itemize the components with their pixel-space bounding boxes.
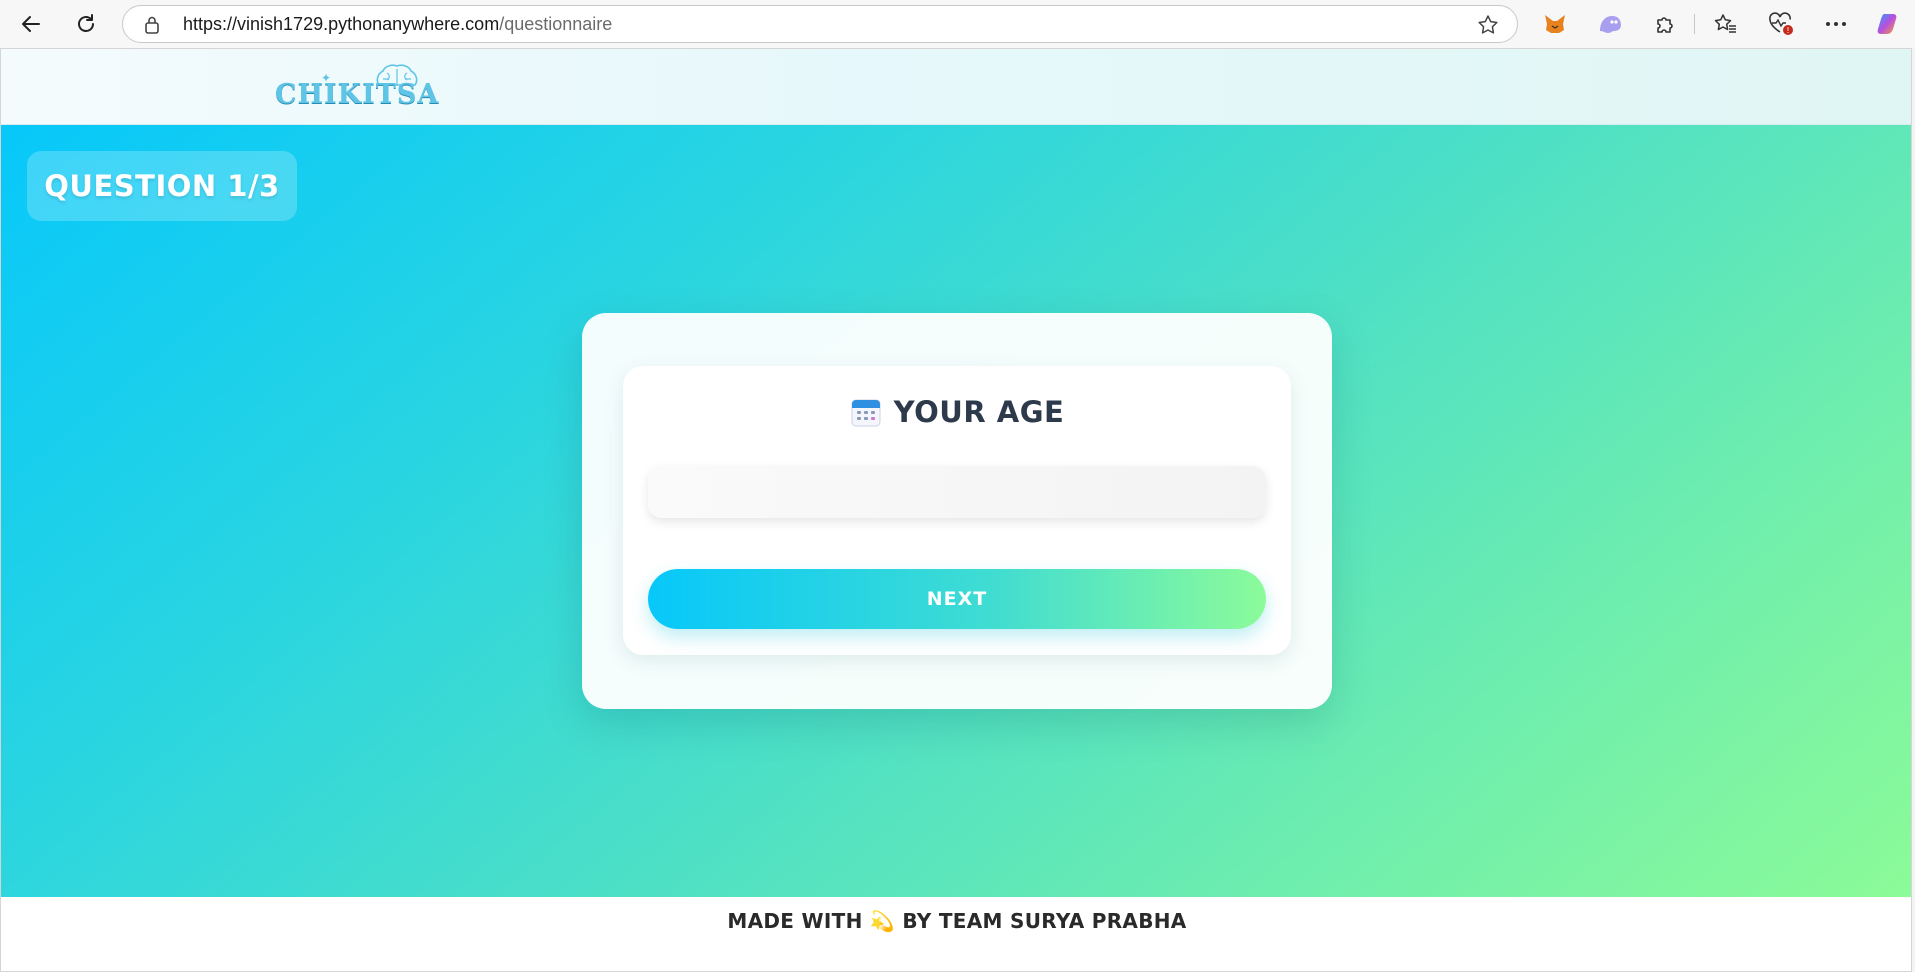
footer-text-before: MADE WITH [727, 909, 863, 933]
question-card: YOUR AGE NEXT [582, 313, 1332, 709]
calendar-icon [851, 399, 881, 427]
next-button[interactable]: NEXT [648, 569, 1266, 629]
logo-text: CHIKITSA [275, 79, 440, 110]
question-counter-badge: QUESTION 1/3 [27, 151, 297, 221]
browser-toolbar: https://vinish1729.pythonanywhere.com/qu… [0, 0, 1915, 48]
questionnaire-section: QUESTION 1/3 YOUR AGE NEXT [1, 125, 1911, 897]
address-bar[interactable]: https://vinish1729.pythonanywhere.com/qu… [122, 5, 1518, 43]
fox-extension-icon[interactable] [1541, 10, 1569, 38]
url-host: https://vinish1729.pythonanywhere.com [183, 14, 500, 34]
url-path: /questionnaire [499, 14, 613, 34]
favorites-icon[interactable] [1712, 10, 1740, 38]
dizzy-emoji-icon: 💫 [869, 909, 896, 933]
toolbar-divider [1694, 14, 1695, 34]
site-logo[interactable]: ✦ CHIKITSA [275, 63, 438, 113]
heart-monitor-icon[interactable]: ! [1767, 10, 1795, 38]
more-dots-icon[interactable] [1822, 10, 1850, 38]
question-title: YOUR AGE [623, 392, 1291, 432]
copilot-icon[interactable] [1875, 10, 1903, 38]
arrow-left-icon [22, 16, 40, 32]
question-form: YOUR AGE NEXT [623, 366, 1291, 655]
star-icon[interactable] [1477, 14, 1499, 40]
site-footer: MADE WITH 💫 BY TEAM SURYA PRABHA [1, 897, 1911, 971]
refresh-button[interactable] [71, 9, 101, 39]
refresh-icon [78, 14, 94, 32]
lock-icon [143, 15, 161, 39]
question-title-text: YOUR AGE [893, 395, 1065, 429]
footer-credit: MADE WITH 💫 BY TEAM SURYA PRABHA [727, 909, 1186, 933]
page-viewport: ✦ CHIKITSA QUESTION 1/3 YOUR AGE NEXT MA… [0, 48, 1912, 972]
question-counter-text: QUESTION 1/3 [44, 169, 280, 203]
url-text[interactable]: https://vinish1729.pythonanywhere.com/qu… [183, 6, 612, 42]
puzzle-icon[interactable] [1651, 10, 1679, 38]
ghost-extension-icon[interactable] [1596, 10, 1624, 38]
age-input[interactable] [648, 466, 1266, 518]
svg-text:!: ! [1786, 26, 1789, 35]
back-button[interactable] [16, 9, 46, 39]
footer-text-after: BY TEAM SURYA PRABHA [902, 909, 1187, 933]
site-header: ✦ CHIKITSA [1, 49, 1911, 125]
